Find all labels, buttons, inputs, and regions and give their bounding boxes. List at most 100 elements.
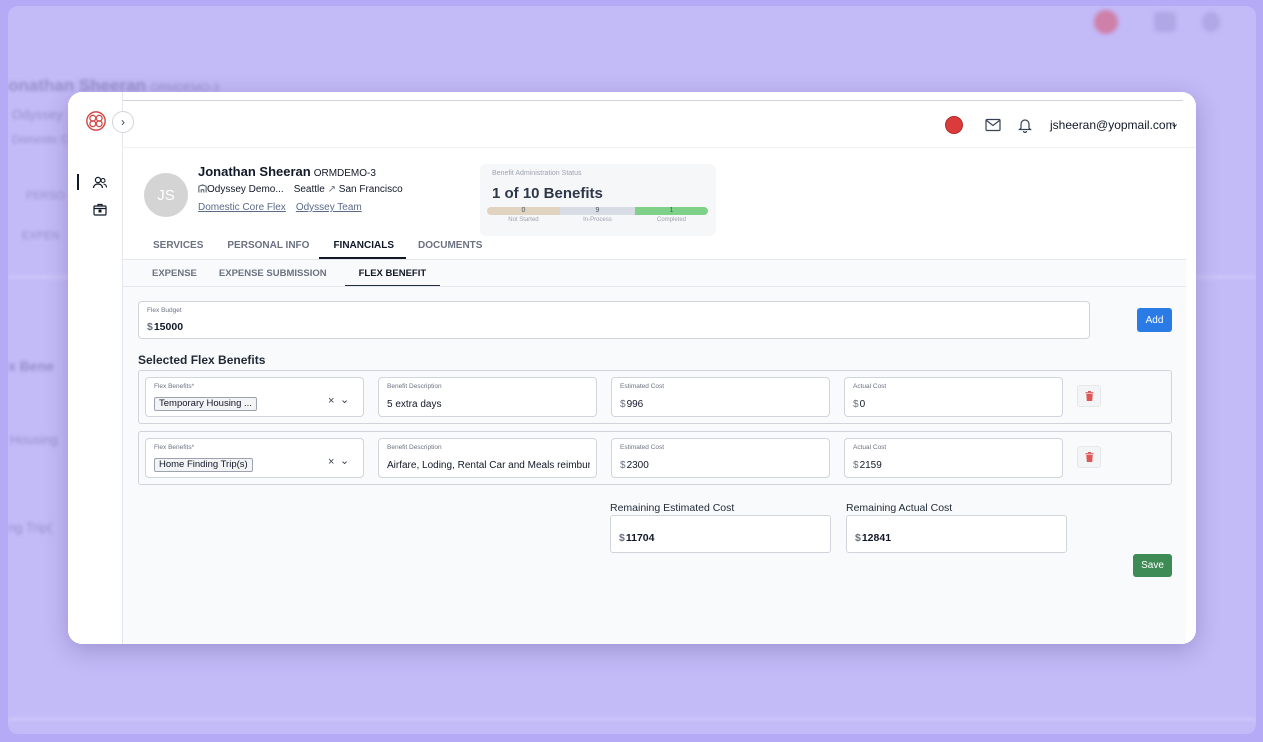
link-program[interactable]: Domestic Core Flex [198, 202, 286, 213]
currency-symbol: $ [853, 460, 859, 471]
remaining-estimated-amount: 11704 [625, 532, 655, 544]
bg-ghost-subtab: EXPEN [22, 230, 60, 242]
users-icon[interactable] [92, 175, 108, 191]
flex-benefit-label: Flex Benefits* [154, 444, 195, 451]
bg-bell-icon [1202, 12, 1220, 32]
selected-benefit-chip[interactable]: Temporary Housing ... [154, 397, 257, 411]
link-team[interactable]: Odyssey Team [296, 202, 362, 213]
tab-personal-info[interactable]: PERSONAL INFO [227, 240, 321, 259]
bg-record-dot [1094, 10, 1118, 34]
bg-ghost-company: Odyssey [12, 107, 63, 122]
bg-ghost-link: Domestic C [12, 134, 69, 146]
status-segment: 1 [635, 207, 708, 215]
chevron-down-icon[interactable]: ⌄ [340, 454, 349, 467]
estimated-cost-value[interactable]: $996 [620, 399, 823, 410]
remaining-estimated-value: $11704 [619, 532, 654, 544]
employee-code: ORMDEMO-3 [313, 168, 376, 179]
flex-budget-field[interactable]: Flex Budget $15000 [138, 301, 1090, 339]
arrow-up-right-icon: ↗ [327, 184, 337, 195]
delete-button[interactable] [1077, 385, 1101, 407]
employee-links: Domestic Core Flex Odyssey Team [198, 202, 372, 213]
status-segment: 0 [487, 207, 560, 215]
flex-benefit-panel: EXPENSE EXPENSE SUBMISSION FLEX BENEFIT … [123, 260, 1186, 644]
employee-name-text: Jonathan Sheeran [198, 164, 311, 179]
status-segment: 9 [559, 207, 636, 215]
clear-icon[interactable]: × [328, 456, 334, 468]
actual-cost-value[interactable]: $2159 [853, 460, 1056, 471]
benefit-row: Flex Benefits* Temporary Housing ... × ⌄… [138, 370, 1172, 424]
mail-icon[interactable] [985, 118, 1001, 132]
main-tabs: SERVICES PERSONAL INFO FINANCIALS DOCUME… [153, 240, 506, 259]
currency-symbol: $ [853, 399, 859, 410]
benefit-description-field[interactable]: Benefit Description 5 extra days [378, 377, 597, 417]
benefit-description-value[interactable]: Airfare, Loding, Rental Car and Meals re… [387, 460, 590, 471]
subtab-flex-benefit[interactable]: FLEX BENEFIT [344, 268, 441, 287]
chevron-down-icon[interactable]: ⌄ [340, 393, 349, 406]
tab-documents[interactable]: DOCUMENTS [418, 240, 494, 259]
estimated-cost-label: Estimated Cost [620, 383, 665, 390]
actual-cost-value[interactable]: $0 [853, 399, 1056, 410]
user-email[interactable]: jsheeran@yopmail.com [1050, 118, 1176, 132]
status-legend: Not Started In-Process Completed [487, 217, 708, 223]
modal-window: › jsheeran@yopmail.com ⌄ JS Jonathan She… [68, 92, 1196, 644]
record-dot-icon[interactable] [945, 116, 963, 134]
add-button[interactable]: Add [1137, 308, 1172, 332]
status-label: Benefit Administration Status [492, 170, 582, 177]
bg-line [8, 718, 1256, 720]
estimated-cost-field[interactable]: Estimated Cost $996 [611, 377, 830, 417]
flex-benefit-label: Flex Benefits* [154, 383, 195, 390]
subtab-expense[interactable]: EXPENSE [152, 268, 209, 287]
status-segment-label: In-Process [583, 217, 612, 223]
trash-icon [1085, 452, 1093, 462]
actual-cost-label: Actual Cost [853, 383, 887, 390]
subtab-expense-submission[interactable]: EXPENSE SUBMISSION [219, 268, 339, 287]
actual-cost-amount: 0 [859, 399, 866, 410]
benefit-description-value[interactable]: 5 extra days [387, 399, 590, 410]
bg-ghost-row1: Housing [10, 432, 58, 447]
to-city: San Francisco [338, 184, 403, 195]
save-button[interactable]: Save [1133, 554, 1172, 577]
employee-details: Odyssey Demo... Seattle ↗ San Francisco [198, 184, 403, 195]
chevron-down-icon[interactable]: ⌄ [1170, 117, 1179, 130]
package-icon[interactable] [92, 202, 108, 218]
subtabs-divider [123, 286, 1186, 287]
actual-cost-field[interactable]: Actual Cost $2159 [844, 438, 1063, 478]
benefit-description-field[interactable]: Benefit Description Airfare, Loding, Ren… [378, 438, 597, 478]
bg-ghost-row2: ng Trip( [8, 520, 53, 535]
remaining-actual-label: Remaining Actual Cost [846, 502, 953, 514]
estimated-cost-field[interactable]: Estimated Cost $2300 [611, 438, 830, 478]
flex-benefit-select[interactable]: Flex Benefits* Home Finding Trip(s) × ⌄ [145, 438, 364, 478]
section-title: Selected Flex Benefits [138, 353, 266, 367]
status-segment-label: Completed [657, 217, 687, 223]
remaining-actual-field: $12841 [846, 515, 1067, 553]
estimated-cost-label: Estimated Cost [620, 444, 665, 451]
avatar: JS [144, 173, 188, 217]
benefit-description-label: Benefit Description [387, 444, 442, 451]
benefit-status-card: Benefit Administration Status 1 of 10 Be… [480, 164, 716, 236]
bg-ghost-tab: PERSO [26, 190, 65, 202]
actual-cost-field[interactable]: Actual Cost $0 [844, 377, 1063, 417]
flex-budget-value[interactable]: $15000 [147, 321, 183, 333]
building-icon [198, 184, 207, 193]
selected-benefit-chip[interactable]: Home Finding Trip(s) [154, 458, 253, 472]
bg-ghost-section: x Bene [8, 358, 54, 374]
currency-symbol: $ [147, 321, 153, 333]
estimated-cost-value[interactable]: $2300 [620, 460, 823, 471]
status-progress-bar: 091 [487, 207, 708, 215]
tab-services[interactable]: SERVICES [153, 240, 215, 259]
remaining-estimated-field: $11704 [610, 515, 831, 553]
flex-budget-label: Flex Budget [147, 307, 182, 314]
clear-icon[interactable]: × [328, 395, 334, 407]
flex-benefit-select[interactable]: Flex Benefits* Temporary Housing ... × ⌄ [145, 377, 364, 417]
estimated-cost-amount: 2300 [626, 460, 649, 471]
sidebar [68, 92, 123, 644]
tab-financials[interactable]: FINANCIALS [319, 240, 406, 259]
actual-cost-amount: 2159 [859, 460, 882, 471]
sidebar-expand-button[interactable]: › [112, 111, 134, 133]
currency-symbol: $ [619, 532, 625, 544]
actual-cost-label: Actual Cost [853, 444, 887, 451]
bg-mail-icon [1154, 12, 1176, 32]
bell-icon[interactable] [1018, 117, 1032, 133]
brand-logo-icon [86, 111, 106, 131]
delete-button[interactable] [1077, 446, 1101, 468]
